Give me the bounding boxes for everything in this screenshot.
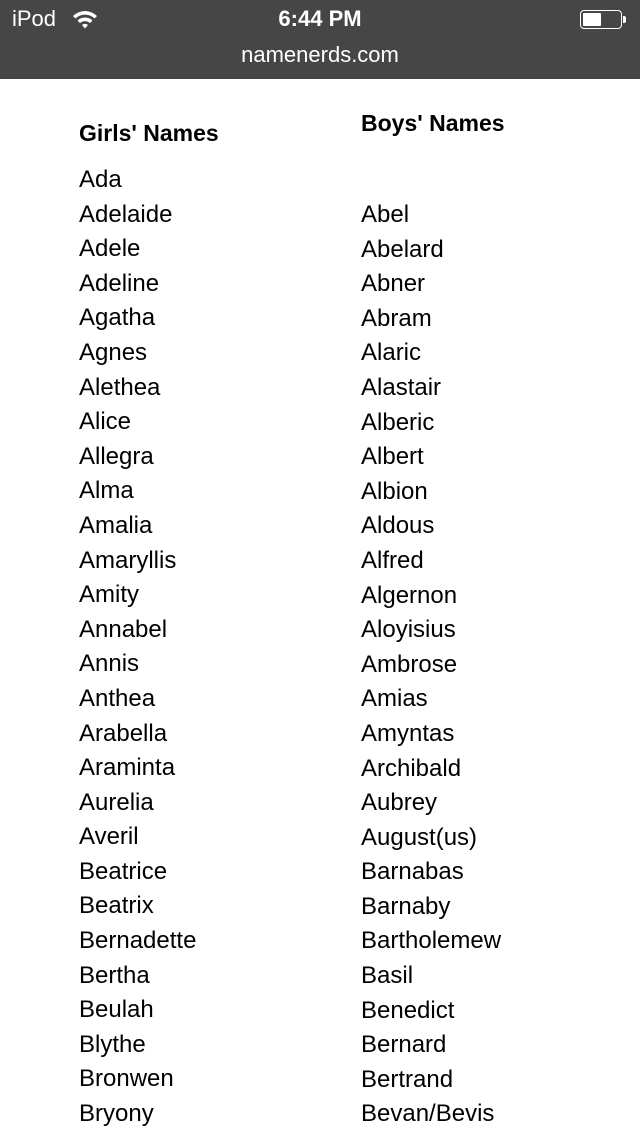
- name-list-item: Abner: [361, 270, 426, 298]
- name-list-item: Agatha: [79, 304, 156, 332]
- name-list-item: Barnaby: [361, 892, 451, 920]
- url-bar[interactable]: namenerds.com: [0, 42, 640, 68]
- name-list-item: Bryony: [79, 1100, 154, 1128]
- name-list-item: Aurelia: [79, 788, 154, 816]
- name-list-item: Aubrey: [361, 789, 438, 817]
- name-list-item: Bertha: [79, 961, 150, 989]
- battery-icon: [580, 10, 626, 30]
- name-list-item: Araminta: [79, 754, 176, 782]
- name-list-item: Benedict: [361, 996, 455, 1024]
- name-list-item: Agnes: [79, 338, 148, 366]
- name-list-item: Alice: [79, 408, 132, 436]
- name-list-item: Annis: [79, 650, 140, 678]
- name-list-item: Annabel: [79, 615, 168, 643]
- status-bar: iPod 6:44 PM namenerds.com: [0, 0, 640, 79]
- girls-names-list: Ada Adelaide Adele Adeline Agatha Agnes Alethe…: [79, 163, 196, 1132]
- name-list-item: Beatrix: [79, 892, 154, 920]
- boys-names-heading: Boys' Names: [361, 110, 505, 136]
- name-list-item: Alfred: [361, 546, 424, 574]
- name-list-item: Amaryllis: [79, 546, 177, 574]
- name-list-item: Blythe: [79, 1030, 146, 1058]
- name-list-item: Aldous: [361, 512, 435, 540]
- name-list-item: Adeline: [79, 269, 160, 297]
- name-list-item: Bartholemew: [361, 927, 502, 955]
- name-list-item: Allegra: [79, 442, 154, 470]
- name-list-item: Basil: [361, 962, 414, 990]
- name-list-item: Alastair: [361, 373, 442, 401]
- name-list-item: Alaric: [361, 339, 422, 367]
- name-list-item: Albert: [361, 443, 424, 471]
- name-list-item: Arabella: [79, 719, 168, 747]
- name-list-item: Amity: [79, 581, 139, 609]
- name-list-item: Amias: [361, 685, 428, 713]
- name-list-item: Alethea: [79, 373, 161, 401]
- name-list-item: Ambrose: [361, 650, 458, 678]
- name-list-item: Averil: [79, 823, 139, 851]
- name-list-item: Abram: [361, 304, 432, 332]
- name-list-item: Anthea: [79, 684, 156, 712]
- name-list-item: Bronwen: [79, 1065, 174, 1093]
- name-list-item: Bernard: [361, 1031, 447, 1059]
- name-list-item: Abelard: [361, 235, 444, 263]
- name-list-item: Barnabas: [361, 858, 464, 886]
- name-list-item: Adelaide: [79, 200, 173, 228]
- boys-names-list: Abel Abelard Abner Abram Alaric Alastair Alber…: [361, 198, 501, 1132]
- name-list-item: Amyntas: [361, 719, 455, 747]
- name-list-item: Bevan/Bevis: [361, 1100, 495, 1128]
- name-list-item: Beulah: [79, 996, 154, 1024]
- name-list-item: Algernon: [361, 581, 458, 609]
- name-list-item: Adele: [79, 235, 141, 263]
- name-list-item: Abel: [361, 201, 410, 228]
- name-list-item: Bernadette: [79, 927, 197, 955]
- girls-names-heading: Girls' Names: [79, 120, 219, 146]
- name-list-item: Albion: [361, 477, 428, 505]
- name-list-item: Beatrice: [79, 857, 168, 885]
- name-list-item: Ada: [79, 166, 122, 193]
- name-list-item: Aloyisius: [361, 616, 456, 644]
- name-list-item: Amalia: [79, 511, 153, 539]
- clock: 6:44 PM: [278, 6, 362, 31]
- name-list-item: Alberic: [361, 408, 435, 436]
- name-list-item: Archibald: [361, 754, 462, 782]
- name-list-item: Bertrand: [361, 1065, 454, 1093]
- name-list-item: August(us): [361, 823, 478, 851]
- name-list-item: Alma: [79, 477, 134, 505]
